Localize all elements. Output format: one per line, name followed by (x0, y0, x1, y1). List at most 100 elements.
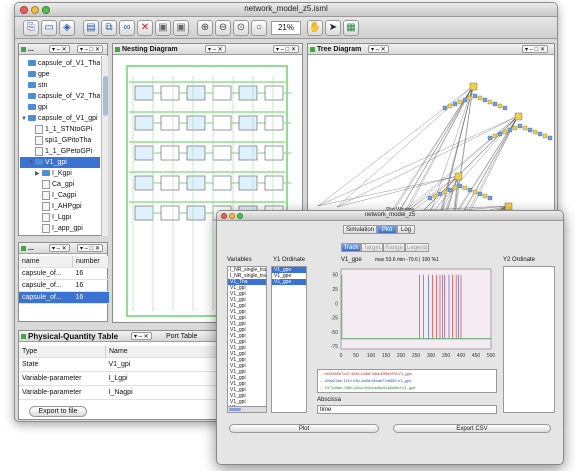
module-node (134, 205, 154, 221)
variables-list[interactable]: I_NR_single_tra I_NR_single_tra V1_Tha V1_g… (227, 266, 267, 413)
tree-item[interactable]: gpe (20, 69, 100, 80)
zoom-in-icon[interactable]: ⊕ (197, 20, 213, 36)
y2-list[interactable] (503, 266, 555, 413)
tree-node (527, 127, 533, 133)
tree-item-label: I_Lgpi (52, 214, 72, 221)
tab-log[interactable]: Log (397, 225, 415, 234)
folder-icon[interactable]: ▭ (41, 20, 57, 36)
tree-item[interactable]: I_Cagpi (20, 190, 100, 201)
tree-item[interactable]: gpi (20, 102, 100, 113)
x-tick-label: 500 (487, 353, 496, 359)
tree-item-label: gpe (38, 71, 50, 78)
tree-panel-header: Tree Diagram (308, 44, 554, 55)
tree-item[interactable]: ▼ capsule_of_V1_gpi (20, 113, 100, 124)
panel-window-controls[interactable]: ▾ – □ ✕ (77, 244, 104, 252)
tree-node (452, 185, 458, 191)
project-tree[interactable]: capsule_of_V1_Thagpe stn capsule_of_V2_Tha… (20, 58, 100, 234)
plot-button[interactable]: Plot (229, 424, 379, 433)
chevron-down-icon[interactable]: ▼ (21, 114, 28, 125)
tree-item[interactable]: ▼ V1_gpi (20, 157, 100, 168)
module-node (134, 85, 154, 101)
pointer-icon[interactable]: ➤ (325, 20, 341, 36)
list-item[interactable]: V1_gpe (272, 279, 306, 285)
zoom-fit-icon[interactable]: ⊙ (233, 20, 249, 36)
x-tick-label: 350 (442, 353, 451, 359)
tree-item[interactable]: I_AHPgpi (20, 201, 100, 212)
tree-item-label: capsule_of_V1_Tha (38, 60, 100, 67)
tree-item[interactable]: stn (20, 80, 100, 91)
module-node (264, 145, 284, 161)
panel-controls[interactable]: ▾ – ✕ (131, 332, 152, 340)
panel-controls[interactable]: ▾ – ✕ (368, 45, 389, 53)
tree-node (447, 187, 453, 193)
table-row[interactable]: capsule_of... 16 (19, 279, 109, 292)
paste-icon[interactable]: ▣ (173, 20, 189, 36)
tree-item[interactable]: I_Lgpi (20, 212, 100, 223)
hierarchy-icon[interactable]: ⧉ (101, 20, 117, 36)
table-row[interactable]: capsule_of... 16 (19, 267, 109, 280)
module-node (238, 85, 258, 101)
panel-window-controls[interactable]: ▾ – □ ✕ (522, 45, 549, 53)
tree-item[interactable]: 1_1_STNtoGPi (20, 124, 100, 135)
project-tree-scrollbar[interactable] (101, 56, 108, 236)
database-icon[interactable]: ▤ (83, 20, 99, 36)
y-tick-label: 50 (332, 273, 338, 279)
tree-item[interactable]: I_app_gpi (20, 223, 100, 234)
tree-item[interactable]: spi1_GPitoTha (20, 135, 100, 146)
copy-icon[interactable]: ▣ (155, 20, 171, 36)
binoculars-icon[interactable]: ∞ (119, 20, 135, 36)
tree-item[interactable]: 1_1_GPetoGPi (20, 146, 100, 157)
open-icon[interactable]: ⎘ (23, 20, 39, 36)
tree-item-label: Ca_gpi (52, 181, 75, 188)
tree-item[interactable]: capsule_of_V2_Tha (20, 91, 100, 102)
scrollbar-thumb[interactable] (229, 408, 241, 411)
abscissa-field[interactable]: time (317, 405, 497, 414)
tree-item-label: stn (38, 82, 48, 89)
tree-node (462, 97, 468, 103)
cell-name: capsule_of... (19, 279, 73, 292)
subtab-target[interactable]: Target (361, 243, 383, 252)
chevron-down-icon[interactable]: ▼ (28, 158, 35, 169)
delete-icon[interactable]: ✕ (137, 20, 153, 36)
tab-simulation[interactable]: Simulation (343, 225, 377, 234)
y1-list[interactable]: V1_gpe V1_gpe V1_gpe (271, 266, 307, 413)
panel-window-controls[interactable]: ▾ – □ ✕ (273, 45, 300, 53)
column-header-name[interactable]: name (19, 256, 73, 268)
tree-item[interactable]: ▶ I_Kgpi (20, 168, 100, 179)
cell-name: capsule_of... (19, 291, 73, 304)
subtab-legend[interactable]: Legend (405, 243, 429, 252)
physical-panel-title[interactable]: Physical-Quantity Table (28, 332, 118, 341)
column-header-number[interactable]: number (72, 256, 109, 268)
tree-node (432, 193, 438, 199)
save-icon[interactable]: ◈ (59, 20, 75, 36)
port-table-tab[interactable]: Port Table (157, 332, 197, 341)
tab-plot[interactable]: Plot (377, 225, 397, 234)
tree-node (472, 189, 478, 195)
subtab-range[interactable]: Range (383, 243, 405, 252)
y-tick-label: -50 (331, 330, 338, 336)
variables-hscrollbar[interactable] (227, 406, 267, 413)
column-header-type[interactable]: Type (19, 346, 106, 358)
scrollbar-thumb[interactable] (103, 76, 108, 116)
zoom-out-icon[interactable]: ⊖ (215, 20, 231, 36)
export-csv-button[interactable]: Export CSV (393, 424, 551, 433)
export-to-file-button[interactable]: Export to file (29, 406, 87, 417)
panel-window-controls[interactable]: ▾ – □ ✕ (77, 45, 104, 53)
module-node (186, 115, 206, 131)
tree-item[interactable]: capsule_of_V1_Tha (20, 58, 100, 69)
panel-controls[interactable]: ▾ – ✕ (49, 244, 70, 252)
module-node (186, 145, 206, 161)
panel-controls[interactable]: ▾ – ✕ (49, 45, 70, 53)
hand-icon[interactable]: ✋ (307, 20, 323, 36)
export-icon[interactable]: ▦ (343, 20, 359, 36)
tree-node (537, 131, 543, 137)
tree-node (487, 99, 493, 105)
zoom-reset-icon[interactable]: ○ (251, 20, 267, 36)
table-row-selected[interactable]: capsule_of... 16 (19, 291, 109, 304)
zoom-level-field[interactable]: 21% (271, 21, 301, 35)
panel-controls[interactable]: ▾ – ✕ (205, 45, 226, 53)
main-window-title: network_model_z5.isml (244, 4, 328, 13)
subtab-track[interactable]: Track (341, 243, 361, 252)
folder-icon (28, 71, 36, 78)
tree-item[interactable]: Ca_gpi (20, 179, 100, 190)
